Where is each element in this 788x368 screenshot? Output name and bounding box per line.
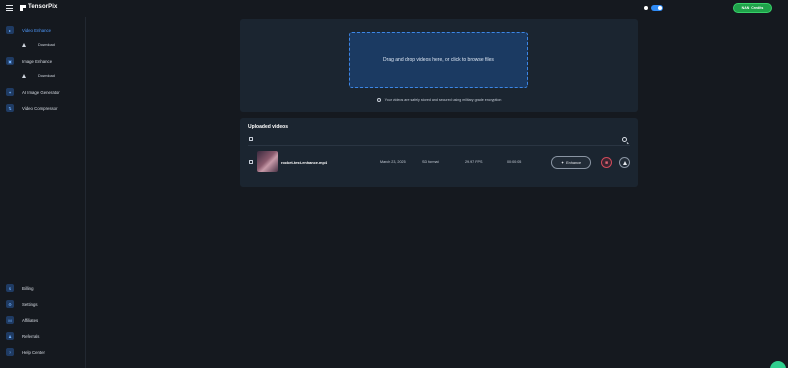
sidebar-item-video-compressor[interactable]: ⇅ Video Compressor — [6, 104, 58, 112]
brand-name: TensorPix — [28, 4, 58, 10]
sidebar-item-label: Referrals — [22, 333, 40, 339]
logo-icon — [20, 5, 26, 11]
chat-icon[interactable] — [770, 361, 786, 368]
top-bar: TensorPix NAN Credits — [0, 0, 788, 17]
download-icon — [22, 74, 26, 78]
sidebar-item-label: Settings — [22, 301, 38, 307]
sidebar-item-label: Affiliates — [22, 317, 39, 323]
sidebar-item-label: Help Center — [22, 349, 45, 355]
sidebar-item-label: Billing — [22, 285, 34, 291]
sidebar-item-label: Video Enhance — [22, 27, 52, 33]
video-icon: ▸ — [6, 26, 14, 34]
video-dropzone[interactable]: Drag and drop videos here, or click to b… — [349, 32, 528, 88]
sidebar-item-label: Download — [38, 43, 55, 47]
panel-title: Uploaded videos — [248, 124, 289, 130]
sidebar-item-image-enhance[interactable]: ▣ Image Enhance — [6, 57, 52, 65]
credits-button[interactable]: NAN Credits — [733, 3, 772, 13]
gear-icon: ⚙ — [6, 300, 14, 308]
dollar-icon: $ — [6, 284, 14, 292]
sidebar-item-ai-image-generator[interactable]: ✦ AI Image Generator — [6, 88, 60, 96]
download-icon — [622, 160, 627, 165]
sidebar-item-label: Image Enhance — [22, 58, 53, 64]
theme-icon — [644, 6, 648, 10]
security-note-text: Your videos are safely stored and secure… — [384, 98, 502, 102]
row-checkbox[interactable] — [249, 160, 253, 164]
sidebar-item-video-download[interactable]: Download — [22, 42, 55, 48]
sidebar-item-settings[interactable]: ⚙ Settings — [6, 300, 38, 308]
help-icon: ? — [6, 348, 14, 356]
sidebar-item-affiliates[interactable]: M Affiliates — [6, 316, 38, 324]
download-icon — [22, 43, 26, 47]
upload-panel: Drag and drop videos here, or click to b… — [240, 19, 638, 112]
video-duration: 00:00:05 — [507, 160, 522, 164]
sidebar: ▸ Video Enhance Download ▣ Image Enhance… — [0, 17, 86, 368]
check-shield-icon — [376, 98, 381, 102]
enhance-button[interactable]: ✦ Enhance — [551, 156, 591, 169]
theme-toggle[interactable] — [651, 5, 663, 11]
menu-icon[interactable] — [6, 5, 13, 11]
sidebar-item-referrals[interactable]: ♟ Referrals — [6, 332, 39, 340]
divider — [248, 145, 630, 146]
video-format: SD format — [422, 160, 439, 164]
sidebar-item-image-download[interactable]: Download — [22, 73, 55, 79]
credits-prefix: NAN — [741, 6, 750, 10]
sidebar-item-billing[interactable]: $ Billing — [6, 284, 33, 292]
sidebar-item-video-enhance[interactable]: ▸ Video Enhance — [6, 26, 51, 34]
select-all-checkbox[interactable] — [249, 137, 253, 141]
uploaded-videos-panel: Uploaded videos rocket-test-enhance.mp4 … — [240, 118, 638, 187]
users-icon: ♟ — [6, 332, 14, 340]
compress-icon: ⇅ — [6, 104, 14, 112]
wand-icon: ✦ — [6, 88, 14, 96]
video-fps: 29.97 FPS — [465, 160, 483, 164]
download-button[interactable] — [619, 157, 630, 168]
affiliate-icon: M — [6, 316, 14, 324]
search-icon[interactable] — [622, 137, 627, 142]
sidebar-item-label: Download — [38, 74, 55, 78]
video-date: March 23, 2025 — [380, 160, 406, 164]
video-thumbnail — [257, 151, 278, 172]
enhance-label: Enhance — [566, 160, 582, 165]
wand-icon: ✦ — [560, 161, 565, 165]
sidebar-item-label: Video Compressor — [22, 105, 58, 111]
sidebar-item-label: AI Image Generator — [22, 89, 60, 95]
credits-label: Credits — [751, 6, 764, 10]
security-note: Your videos are safely stored and secure… — [240, 98, 638, 102]
trash-icon: ■ — [604, 159, 609, 166]
dropzone-text: Drag and drop videos here, or click to b… — [383, 57, 494, 63]
sidebar-item-help-center[interactable]: ? Help Center — [6, 348, 45, 356]
video-filename: rocket-test-enhance.mp4 — [281, 160, 328, 165]
delete-button[interactable]: ■ — [601, 157, 612, 168]
image-icon: ▣ — [6, 57, 14, 65]
